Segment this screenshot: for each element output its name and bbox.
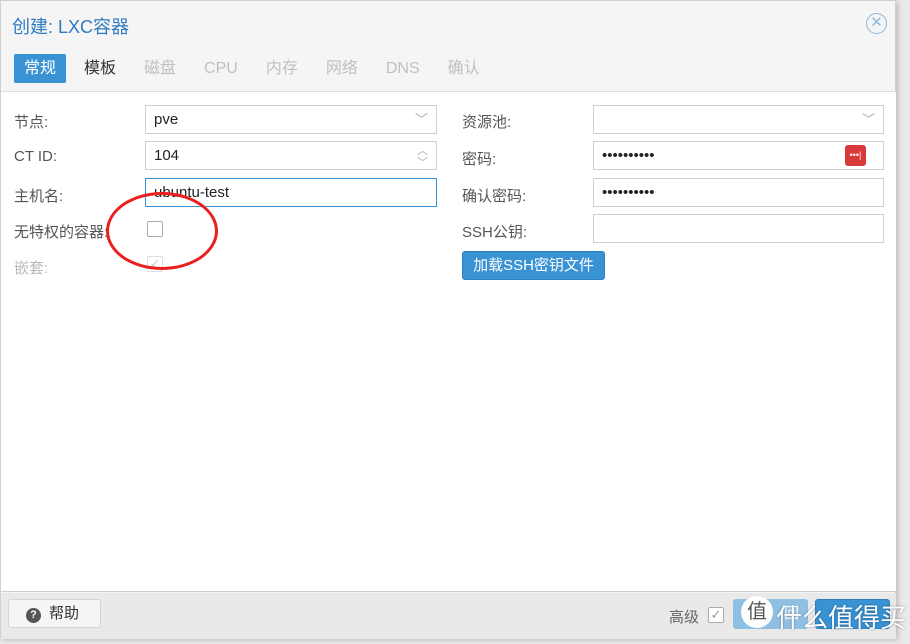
unprivileged-checkbox[interactable] xyxy=(147,221,163,237)
tab-memory[interactable]: 内存 xyxy=(256,54,308,83)
dialog-title: 创建: LXC容器 xyxy=(12,17,130,37)
tab-dns[interactable]: DNS xyxy=(376,54,430,83)
password-value: •••••••••• xyxy=(602,147,655,164)
confirm-password-label: 确认密码: xyxy=(462,188,527,205)
form-body: 节点: pve ﹀ CT ID: 104 ︿ ﹀ 主机名: ubuntu-test 无… xyxy=(1,91,896,592)
help-button[interactable]: ? 帮助 xyxy=(8,599,101,628)
watermark-text: 什么值得买 xyxy=(776,603,907,633)
password-label: 密码: xyxy=(462,151,497,168)
ctid-value: 104 xyxy=(154,147,180,164)
tab-cpu[interactable]: CPU xyxy=(194,54,248,83)
password-manager-icon[interactable]: •••| xyxy=(845,145,866,166)
wizard-tabs: 常规 模板 磁盘 CPU 内存 网络 DNS 确认 xyxy=(14,54,498,83)
nesting-label: 嵌套: xyxy=(14,260,49,277)
pool-select[interactable]: ﹀ xyxy=(593,105,884,134)
tab-network[interactable]: 网络 xyxy=(316,54,368,83)
ssh-key-input[interactable] xyxy=(593,214,884,243)
unprivileged-label: 无特权的容器: xyxy=(14,224,109,241)
pool-label: 资源池: xyxy=(462,114,512,131)
close-icon[interactable]: ✕ xyxy=(866,13,887,34)
tab-general[interactable]: 常规 xyxy=(14,54,67,83)
ssh-key-label: SSH公钥: xyxy=(462,224,528,241)
nesting-checkbox[interactable]: ✓ xyxy=(147,256,163,272)
confirm-password-input[interactable]: •••••••••• xyxy=(593,178,884,207)
tab-confirm[interactable]: 确认 xyxy=(438,54,490,83)
ctid-label: CT ID: xyxy=(14,148,58,165)
advanced-label: 高级 xyxy=(669,609,700,626)
create-lxc-dialog: 创建: LXC容器 ✕ 常规 模板 磁盘 CPU 内存 网络 DNS 确认 节点… xyxy=(0,0,896,639)
node-value: pve xyxy=(154,111,179,128)
hostname-label: 主机名: xyxy=(14,188,64,205)
password-input[interactable]: •••••••••• •••| xyxy=(593,141,884,170)
help-label: 帮助 xyxy=(49,605,80,622)
tab-disk[interactable]: 磁盘 xyxy=(134,54,186,83)
node-label: 节点: xyxy=(14,114,49,131)
hostname-input[interactable]: ubuntu-test xyxy=(145,178,437,207)
chevron-down-icon[interactable]: ﹀ xyxy=(862,106,875,133)
tab-template[interactable]: 模板 xyxy=(74,54,126,83)
chevron-down-icon[interactable]: ﹀ xyxy=(415,106,428,133)
ctid-spinner[interactable]: 104 ︿ ﹀ xyxy=(145,141,437,170)
help-icon: ? xyxy=(26,608,41,623)
load-ssh-key-button[interactable]: 加载SSH密钥文件 xyxy=(462,251,605,280)
watermark-logo: 值 xyxy=(741,596,773,628)
node-select[interactable]: pve ﹀ xyxy=(145,105,437,134)
advanced-checkbox[interactable]: ✓ xyxy=(708,607,724,623)
spinner-arrows-icon[interactable]: ︿ ﹀ xyxy=(417,145,428,169)
